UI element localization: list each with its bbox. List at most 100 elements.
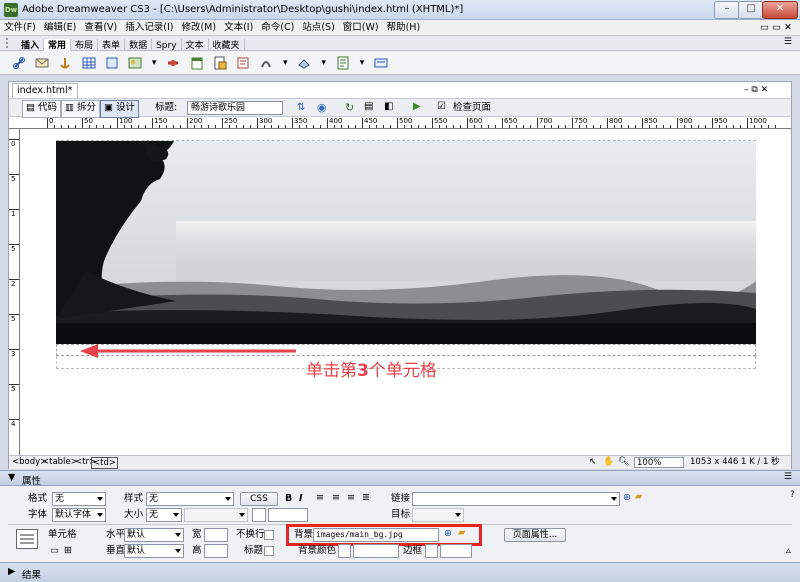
size-label: 大小 [124, 509, 144, 520]
preview-browser-icon[interactable]: ◉ [317, 101, 327, 114]
menu-site[interactable]: 站点(S) [298, 20, 338, 36]
window-size[interactable]: 1053 x 446 [690, 456, 738, 469]
document-tab[interactable]: index.html* [12, 83, 78, 98]
table-icon[interactable] [82, 56, 96, 70]
bg-point-to-file-icon[interactable]: ⊕ [444, 528, 452, 540]
text-color-input[interactable] [268, 508, 308, 522]
link-input[interactable] [412, 492, 620, 506]
properties-options-icon[interactable]: ☰ [784, 472, 792, 482]
menu-commands[interactable]: 命令(C) [257, 20, 298, 36]
vertical-align-select[interactable]: 默认 [124, 544, 184, 558]
zoom-tool-icon[interactable]: 🔍︎ [618, 456, 629, 469]
ruler-major-tick [572, 118, 573, 128]
bold-button[interactable]: B [285, 493, 292, 505]
width-input[interactable] [204, 528, 228, 542]
split-view-button[interactable]: ▥ 拆分 [61, 100, 101, 118]
server-include-icon[interactable] [213, 56, 227, 70]
date-icon[interactable] [190, 56, 204, 70]
panel-grip-icon[interactable] [6, 38, 14, 48]
close-button[interactable]: ✕ [762, 1, 798, 19]
page-properties-button[interactable]: 页面属性... [504, 528, 566, 542]
panel-options-icon[interactable]: ☰ [784, 37, 792, 47]
document-window-controls[interactable]: – ⧉ ✕ [744, 85, 768, 95]
hand-tool-icon[interactable]: ✋ [603, 456, 614, 469]
menu-edit[interactable]: 编辑(E) [40, 20, 80, 36]
menu-text[interactable]: 文本(I) [220, 20, 257, 36]
italic-button[interactable]: I [299, 493, 303, 505]
file-management-icon[interactable]: ⇅ [297, 102, 305, 113]
check-page-label[interactable]: 检查页面 [453, 102, 491, 114]
bgcolor-swatch[interactable] [338, 544, 351, 558]
templates-dropdown-icon[interactable]: ▾ [359, 56, 365, 70]
tag-table[interactable]: <table> [42, 456, 78, 469]
design-view-button[interactable]: ▣ 设计 [100, 100, 140, 118]
nowrap-checkbox[interactable] [264, 530, 274, 540]
properties-title: 属性 [22, 476, 42, 487]
hyperlink-icon[interactable] [12, 56, 26, 70]
tag-chooser-icon[interactable] [374, 56, 388, 70]
head-icon[interactable] [259, 56, 273, 70]
bg-browse-folder-icon[interactable]: ▰ [458, 527, 465, 539]
text-color-swatch[interactable] [252, 508, 266, 522]
point-to-file-icon[interactable]: ⊕ [623, 492, 631, 504]
code-view-button[interactable]: ▤ 代码 [22, 100, 62, 118]
properties-panel-header[interactable]: ▼ 属性 ☰ [0, 470, 800, 487]
script-dropdown-icon[interactable]: ▾ [321, 56, 327, 70]
select-tool-icon[interactable]: ↖ [589, 456, 597, 469]
zoom-select[interactable]: 100% [634, 457, 684, 468]
menu-file[interactable]: 文件(F) [0, 20, 40, 36]
size-select[interactable]: 无 [146, 508, 182, 522]
align-center-icon[interactable]: ≡ [332, 492, 340, 504]
comment-icon[interactable] [236, 56, 250, 70]
align-right-icon[interactable]: ≡ [347, 492, 355, 504]
visual-aids-icon[interactable]: ◧ [384, 101, 393, 112]
script-icon[interactable] [297, 56, 311, 70]
menu-insert[interactable]: 插入记录(I) [121, 20, 177, 36]
border-color-input[interactable] [440, 544, 472, 558]
document-status-bar: <body> <table> <tr> <td> ↖ ✋ 🔍︎ 100% 105… [9, 455, 791, 469]
menubar-restore-icon[interactable]: ▭ ▭ ✕ [756, 20, 796, 36]
check-page-icon[interactable]: ☑ [437, 101, 446, 112]
validate-markup-icon[interactable]: ▶ [413, 101, 421, 112]
head-dropdown-icon[interactable]: ▾ [282, 56, 288, 70]
image-dropdown-icon[interactable]: ▾ [151, 56, 157, 70]
css-button[interactable]: CSS [240, 492, 278, 506]
border-color-swatch[interactable] [425, 544, 438, 558]
format-select[interactable]: 无 [52, 492, 106, 506]
height-input[interactable] [204, 544, 228, 558]
minimize-button[interactable]: – [714, 1, 740, 19]
view-options-icon[interactable]: ▤ [364, 101, 373, 112]
maximize-button[interactable]: □ [738, 1, 764, 19]
browse-folder-icon[interactable]: ▰ [635, 491, 642, 503]
document-title-input[interactable]: 畅游诗歌乐园 [187, 101, 283, 115]
tag-td[interactable]: <td> [91, 457, 118, 469]
background-image-input[interactable]: images/main_bg.jpg [313, 528, 439, 542]
email-link-icon[interactable] [35, 56, 49, 70]
horizontal-align-select[interactable]: 默认 [124, 528, 184, 542]
results-panel-header[interactable]: ▶ 结果 [0, 562, 800, 582]
collapse-properties-icon[interactable]: ▵ [786, 545, 791, 557]
menu-modify[interactable]: 修改(M) [177, 20, 220, 36]
align-left-icon[interactable]: ≡ [316, 492, 324, 504]
properties-collapse-icon[interactable]: ▼ [8, 472, 15, 483]
media-icon[interactable] [166, 56, 180, 70]
menu-window[interactable]: 窗口(W) [339, 20, 383, 36]
named-anchor-icon[interactable] [58, 56, 72, 70]
menu-view[interactable]: 查看(V) [80, 20, 121, 36]
header-checkbox[interactable] [264, 546, 274, 556]
help-icon[interactable]: ? [790, 489, 795, 501]
style-select[interactable]: 无 [146, 492, 234, 506]
image-icon[interactable] [128, 56, 142, 70]
refresh-icon[interactable]: ↻ [345, 101, 354, 114]
ruler-label: 200 [189, 118, 203, 125]
banner-ink-landscape-image[interactable] [56, 141, 756, 344]
menu-help[interactable]: 帮助(H) [383, 20, 425, 36]
templates-icon[interactable] [336, 56, 350, 70]
bgcolor-input[interactable] [353, 544, 399, 558]
font-select[interactable]: 默认字体 [52, 508, 106, 522]
justify-icon[interactable]: ≣ [362, 492, 370, 504]
results-expand-icon[interactable]: ▶ [8, 566, 15, 577]
layer-icon[interactable] [105, 56, 119, 70]
merge-cells-icon[interactable]: ▭ [50, 545, 59, 557]
split-cell-icon[interactable]: ⊞ [64, 545, 72, 557]
